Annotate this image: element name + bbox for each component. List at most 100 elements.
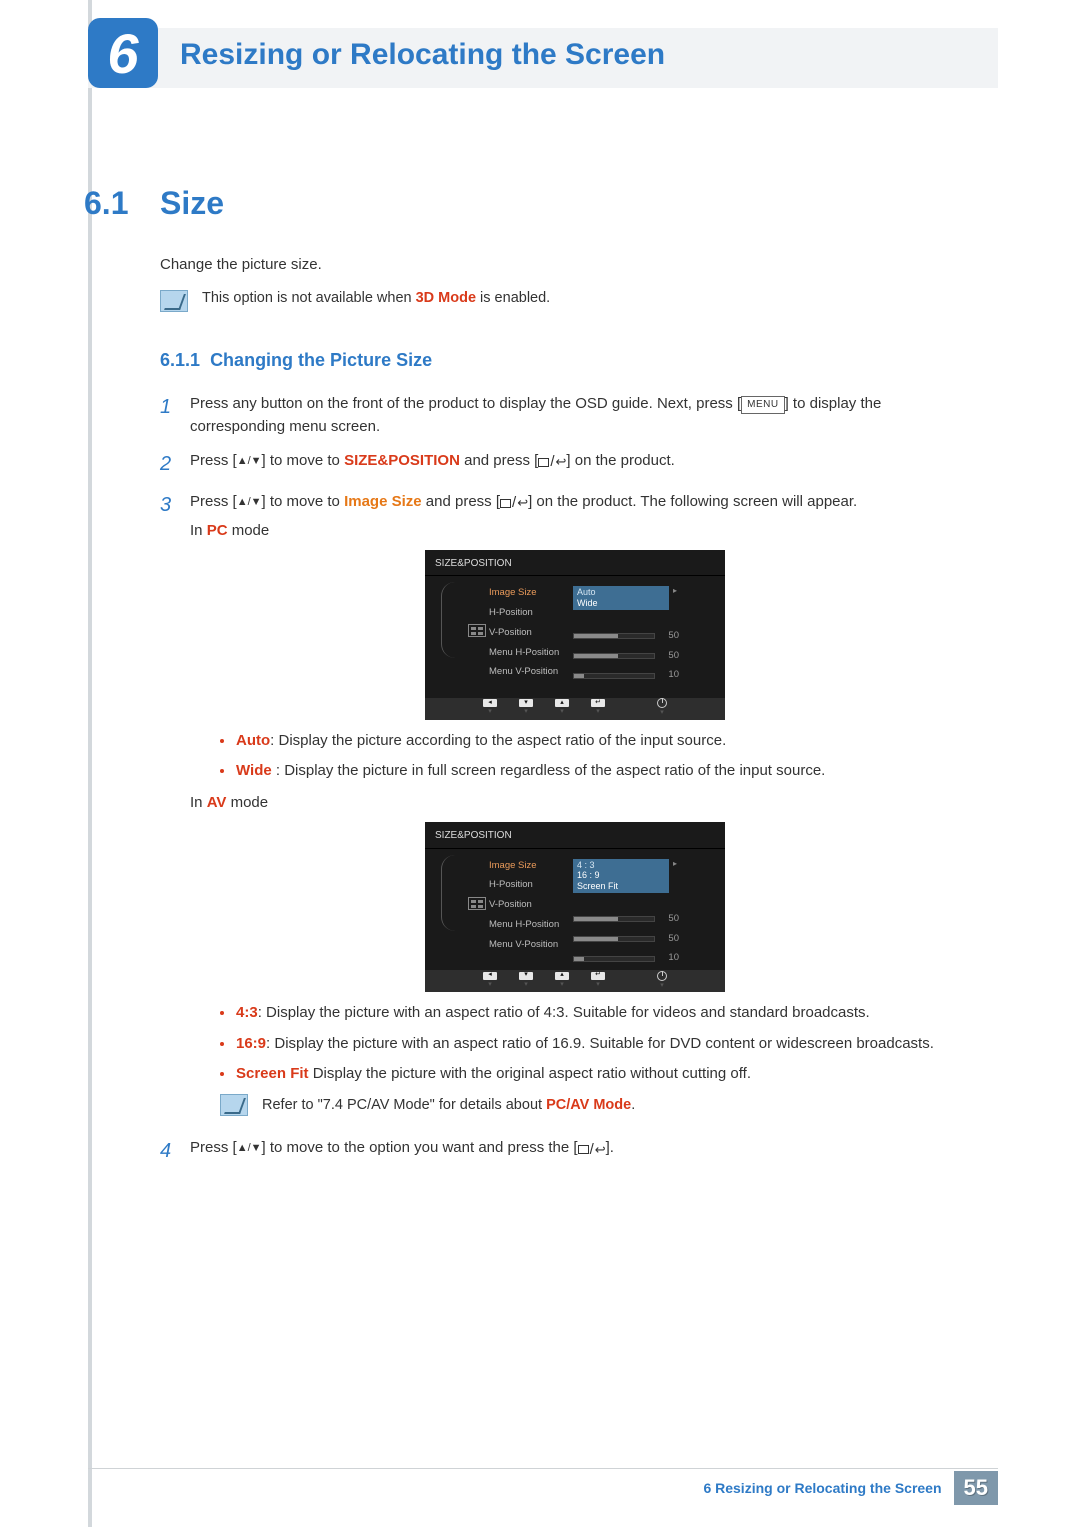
term: Wide: [236, 762, 276, 779]
steps-list: 1 Press any button on the front of the p…: [160, 392, 960, 1177]
subsection-title: Changing the Picture Size: [210, 350, 432, 370]
note-suffix: .: [631, 1097, 635, 1113]
pc-mode-label: In PC mode: [190, 519, 960, 542]
osd-slider: 50: [573, 629, 715, 644]
up-icon: ▴: [555, 699, 569, 707]
enter-icon: ↵: [591, 699, 605, 707]
osd-values: Auto Wide 50 50 10: [573, 582, 715, 683]
text: and press [: [422, 493, 500, 510]
section-title: Size: [160, 185, 224, 222]
note-icon: [220, 1094, 248, 1116]
pc-options-list: Auto: Display the picture according to t…: [220, 730, 960, 783]
osd-label: Menu H-Position: [489, 646, 573, 661]
step-body: Press [▲/▼] to move to the option you wa…: [190, 1136, 960, 1167]
text: Press [: [190, 493, 237, 510]
text: and press [: [460, 452, 538, 469]
list-item: Wide : Display the picture in full scree…: [220, 760, 960, 783]
term: 16:9: [236, 1035, 266, 1052]
term: Screen Fit: [236, 1065, 309, 1082]
text: ].: [606, 1139, 614, 1156]
text: ] to move to: [262, 452, 345, 469]
step-body: Press [▲/▼] to move to SIZE&POSITION and…: [190, 449, 960, 480]
highlight: PC: [207, 522, 228, 539]
note-text: Refer to "7.4 PC/AV Mode" for details ab…: [262, 1094, 635, 1116]
osd-slider: 50: [573, 932, 715, 947]
screen-grid-icon: [468, 897, 486, 910]
text: ] on the product. The following screen w…: [528, 493, 857, 510]
source-enter-icon: /↩: [538, 450, 566, 473]
step-number: 2: [160, 449, 190, 480]
osd-dropdown: 4 : 3 16 : 9 Screen Fit: [573, 859, 669, 893]
av-options-list: 4:3: Display the picture with an aspect …: [220, 1002, 960, 1086]
page-number-badge: 55: [954, 1471, 998, 1505]
up-down-icon: ▲/▼: [237, 455, 262, 467]
osd-label: H-Position: [489, 878, 573, 893]
note-3d-mode: This option is not available when 3D Mod…: [160, 290, 550, 312]
list-item: 4:3: Display the picture with an aspect …: [220, 1002, 960, 1025]
osd-option: Auto: [577, 587, 665, 598]
osd-option: Screen Fit: [577, 881, 665, 892]
term: 4:3: [236, 1004, 258, 1021]
section-intro: Change the picture size.: [160, 256, 322, 273]
osd-label: Image Size: [489, 586, 573, 601]
text: Press [: [190, 452, 237, 469]
osd-labels: Image Size H-Position V-Position Menu H-…: [489, 855, 573, 967]
note-text: This option is not available when 3D Mod…: [202, 290, 550, 306]
text: In: [190, 794, 207, 811]
osd-values: 4 : 3 16 : 9 Screen Fit 50 50 10: [573, 855, 715, 967]
highlight: SIZE&POSITION: [344, 452, 460, 469]
menu-key-icon: MENU: [741, 396, 784, 414]
osd-label: Menu H-Position: [489, 918, 573, 933]
power-icon: [657, 698, 667, 708]
osd-label: Menu V-Position: [489, 665, 573, 680]
text: mode: [228, 522, 270, 539]
note-pcav-mode: Refer to "7.4 PC/AV Mode" for details ab…: [220, 1094, 960, 1116]
osd-label: Menu V-Position: [489, 938, 573, 953]
highlight: Image Size: [344, 493, 422, 510]
footer-rule: [88, 1468, 998, 1469]
step-4: 4 Press [▲/▼] to move to the option you …: [160, 1136, 960, 1167]
chapter-title: Resizing or Relocating the Screen: [180, 38, 665, 72]
step-number: 3: [160, 490, 190, 1127]
osd-option-selected: Wide: [577, 598, 665, 609]
note-prefix: Refer to "7.4 PC/AV Mode" for details ab…: [262, 1097, 546, 1113]
desc: Display the picture with the original as…: [309, 1065, 751, 1082]
note-bold: PC/AV Mode: [546, 1097, 631, 1113]
osd-slider: 50: [573, 649, 715, 664]
osd-value: 50: [661, 629, 679, 644]
subsection-number: 6.1.1: [160, 350, 200, 370]
osd-option: 4 : 3: [577, 860, 665, 871]
osd-slider: 10: [573, 668, 715, 683]
osd-label: H-Position: [489, 606, 573, 621]
list-item: Screen Fit Display the picture with the …: [220, 1063, 960, 1086]
osd-value: 50: [661, 912, 679, 927]
osd-label: V-Position: [489, 898, 573, 913]
osd-arc: [441, 582, 465, 658]
power-icon: [657, 971, 667, 981]
source-enter-icon: /↩: [500, 491, 528, 514]
text: Press any button on the front of the pro…: [190, 395, 741, 412]
up-down-icon: ▲/▼: [237, 496, 262, 508]
osd-title: SIZE&POSITION: [425, 550, 725, 577]
step-2: 2 Press [▲/▼] to move to SIZE&POSITION a…: [160, 449, 960, 480]
left-icon: ◂: [483, 699, 497, 707]
subsection-heading: 6.1.1 Changing the Picture Size: [160, 350, 432, 371]
list-item: 16:9: Display the picture with an aspect…: [220, 1033, 960, 1056]
step-body: Press any button on the front of the pro…: [190, 392, 960, 439]
desc: : Display the picture with an aspect rat…: [258, 1004, 870, 1021]
desc: : Display the picture with an aspect rat…: [266, 1035, 934, 1052]
step-body: Press [▲/▼] to move to Image Size and pr…: [190, 490, 960, 1127]
desc: : Display the picture in full screen reg…: [276, 762, 825, 779]
osd-label: V-Position: [489, 626, 573, 641]
av-mode-label: In AV mode: [190, 791, 960, 814]
note-prefix: This option is not available when: [202, 290, 416, 306]
step-1: 1 Press any button on the front of the p…: [160, 392, 960, 439]
desc: : Display the picture according to the a…: [270, 732, 726, 749]
osd-option-selected: 16 : 9: [577, 870, 665, 881]
osd-slider: 10: [573, 951, 715, 966]
term: Auto: [236, 732, 270, 749]
osd-screenshot-av: SIZE&POSITION Image Size H-Position V-Po…: [425, 822, 725, 992]
section-number: 6.1: [84, 185, 128, 222]
osd-slider: 50: [573, 912, 715, 927]
text: mode: [226, 794, 268, 811]
